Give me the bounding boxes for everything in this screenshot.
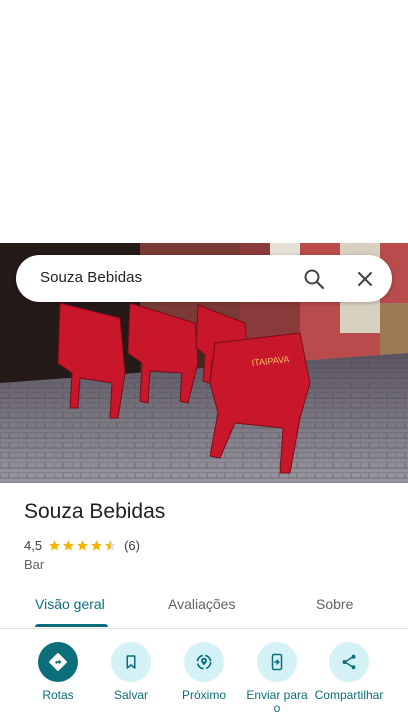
active-tab-indicator (35, 624, 108, 627)
send-to-phone-icon[interactable] (257, 642, 297, 682)
nearby-icon[interactable] (184, 642, 224, 682)
directions-button[interactable]: Rotas (18, 642, 98, 702)
send-to-phone-button[interactable]: Enviar para o (237, 642, 317, 715)
tab-overview[interactable]: Visão geral (35, 596, 105, 612)
rating-row[interactable]: 4,5 (6) (24, 537, 140, 553)
share-icon[interactable] (329, 642, 369, 682)
send-to-phone-label: Enviar para o (246, 688, 308, 715)
nearby-button[interactable]: Próximo (164, 642, 244, 702)
star-half-icon (105, 539, 116, 550)
place-title: Souza Bebidas (24, 500, 166, 523)
rating-stars (48, 539, 118, 552)
search-bar[interactable]: Souza Bebidas (16, 255, 392, 302)
tab-about[interactable]: Sobre (316, 596, 353, 612)
directions-label: Rotas (42, 688, 74, 702)
review-count[interactable]: (6) (124, 538, 140, 553)
rating-value: 4,5 (24, 537, 43, 553)
directions-icon[interactable] (38, 642, 78, 682)
place-category: Bar (24, 557, 45, 572)
save-button[interactable]: Salvar (91, 642, 171, 702)
tab-reviews[interactable]: Avaliações (168, 596, 235, 612)
search-icon[interactable] (302, 267, 326, 291)
share-button[interactable]: Compartilhar (309, 642, 389, 702)
search-query[interactable]: Souza Bebidas (40, 269, 142, 286)
star-icon (49, 539, 60, 550)
nearby-label: Próximo (181, 688, 226, 702)
share-label: Compartilhar (314, 688, 384, 702)
star-icon (91, 539, 102, 550)
save-label: Salvar (113, 688, 148, 702)
close-icon[interactable] (353, 267, 377, 291)
star-icon (63, 539, 74, 550)
blank-area (0, 0, 408, 243)
tab-bar: Visão geral Avaliações Sobre (0, 588, 408, 629)
bookmark-icon[interactable] (111, 642, 151, 682)
star-icon (77, 539, 88, 550)
